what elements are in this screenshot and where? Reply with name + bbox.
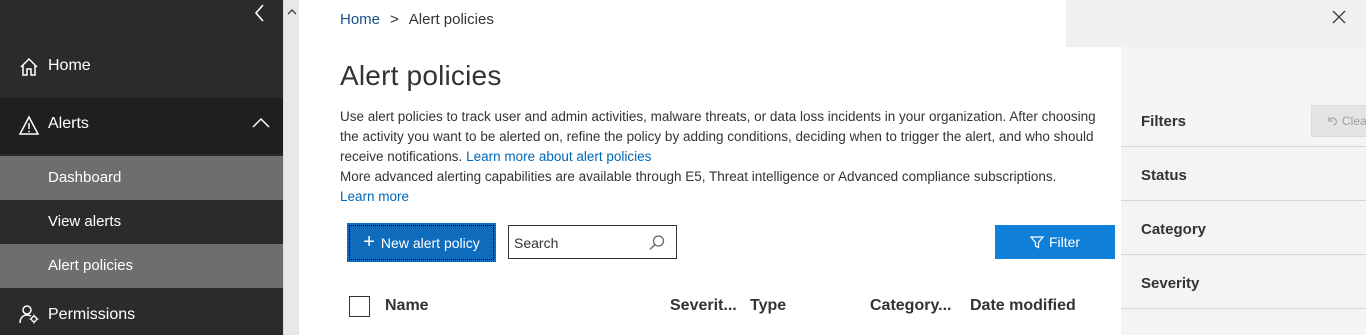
nav-label-home: Home: [48, 57, 91, 74]
collapse-nav-button[interactable]: [250, 2, 270, 24]
chevron-left-icon: [254, 4, 264, 22]
nav-item-home[interactable]: Home: [0, 44, 283, 88]
nav-label-dashboard: Dashboard: [48, 169, 122, 186]
description-text-1: Use alert policies to track user and adm…: [340, 109, 1096, 164]
nav-label-permissions: Permissions: [48, 306, 136, 323]
column-header-severity[interactable]: Severit...: [670, 297, 737, 315]
nav-item-alert-policies[interactable]: Alert policies: [0, 244, 283, 288]
filter-section-status[interactable]: Status: [1121, 147, 1366, 201]
search-icon[interactable]: [648, 234, 666, 252]
description-text-2: More advanced alerting capabilities are …: [340, 169, 1057, 184]
filters-title: Filters: [1141, 113, 1187, 130]
nav-item-dashboard[interactable]: Dashboard: [0, 156, 283, 200]
warning-icon: [18, 115, 40, 137]
breadcrumb-separator: >: [390, 11, 399, 28]
new-alert-policy-button[interactable]: + New alert policy: [347, 223, 496, 262]
select-all-checkbox[interactable]: [349, 296, 370, 317]
scroll-up-icon[interactable]: [287, 4, 297, 15]
nav-item-view-alerts[interactable]: View alerts: [0, 200, 283, 244]
learn-more-policies-link[interactable]: Learn more about alert policies: [466, 149, 651, 164]
column-header-type[interactable]: Type: [750, 297, 786, 315]
home-icon: [18, 56, 40, 78]
filter-section-label: Status: [1141, 167, 1187, 184]
breadcrumb-current: Alert policies: [408, 11, 494, 28]
filter-icon: [1029, 236, 1044, 249]
clear-filters-button[interactable]: Clea: [1311, 105, 1366, 137]
page-title: Alert policies: [340, 60, 502, 91]
vertical-scrollbar[interactable]: [283, 0, 299, 335]
nav-item-alerts[interactable]: Alerts: [0, 98, 283, 154]
breadcrumb-home-link[interactable]: Home: [340, 11, 380, 28]
close-icon[interactable]: [1331, 9, 1347, 25]
learn-more-link[interactable]: Learn more: [340, 189, 409, 204]
breadcrumb: Home > Alert policies: [340, 11, 494, 28]
chevron-up-icon[interactable]: [251, 116, 271, 130]
permissions-icon: [18, 303, 40, 325]
filter-panel: Filters Status Category Severity Clea: [1121, 47, 1366, 335]
filter-section-label: Category: [1141, 221, 1207, 238]
nav-label-view-alerts: View alerts: [48, 213, 122, 230]
nav-label-alerts: Alerts: [48, 115, 89, 132]
clear-filters-label: Clea: [1342, 114, 1366, 128]
nav-label-alert-policies: Alert policies: [48, 257, 134, 274]
plus-icon: +: [363, 230, 375, 253]
search-input[interactable]: [514, 233, 644, 253]
undo-icon: [1328, 117, 1337, 126]
filter-section-category[interactable]: Category: [1121, 201, 1366, 255]
left-nav: Home Alerts Dashboard View alerts Alert …: [0, 0, 283, 335]
new-alert-policy-label: New alert policy: [380, 234, 480, 251]
page-description: Use alert policies to track user and adm…: [340, 107, 1100, 207]
filter-section-label: Severity: [1141, 275, 1200, 292]
filter-section-severity[interactable]: Severity: [1121, 255, 1366, 309]
column-header-name[interactable]: Name: [385, 297, 429, 315]
nav-item-permissions[interactable]: Permissions: [0, 292, 283, 335]
filter-button[interactable]: Filter: [995, 225, 1115, 259]
column-header-category[interactable]: Category...: [870, 297, 952, 315]
column-header-date-modified[interactable]: Date modified: [970, 297, 1076, 315]
filter-panel-header: [1066, 0, 1366, 47]
filter-label: Filter: [1048, 234, 1081, 250]
search-box[interactable]: [508, 225, 677, 259]
table-header: Name Severit... Type Category... Date mo…: [340, 290, 1120, 326]
